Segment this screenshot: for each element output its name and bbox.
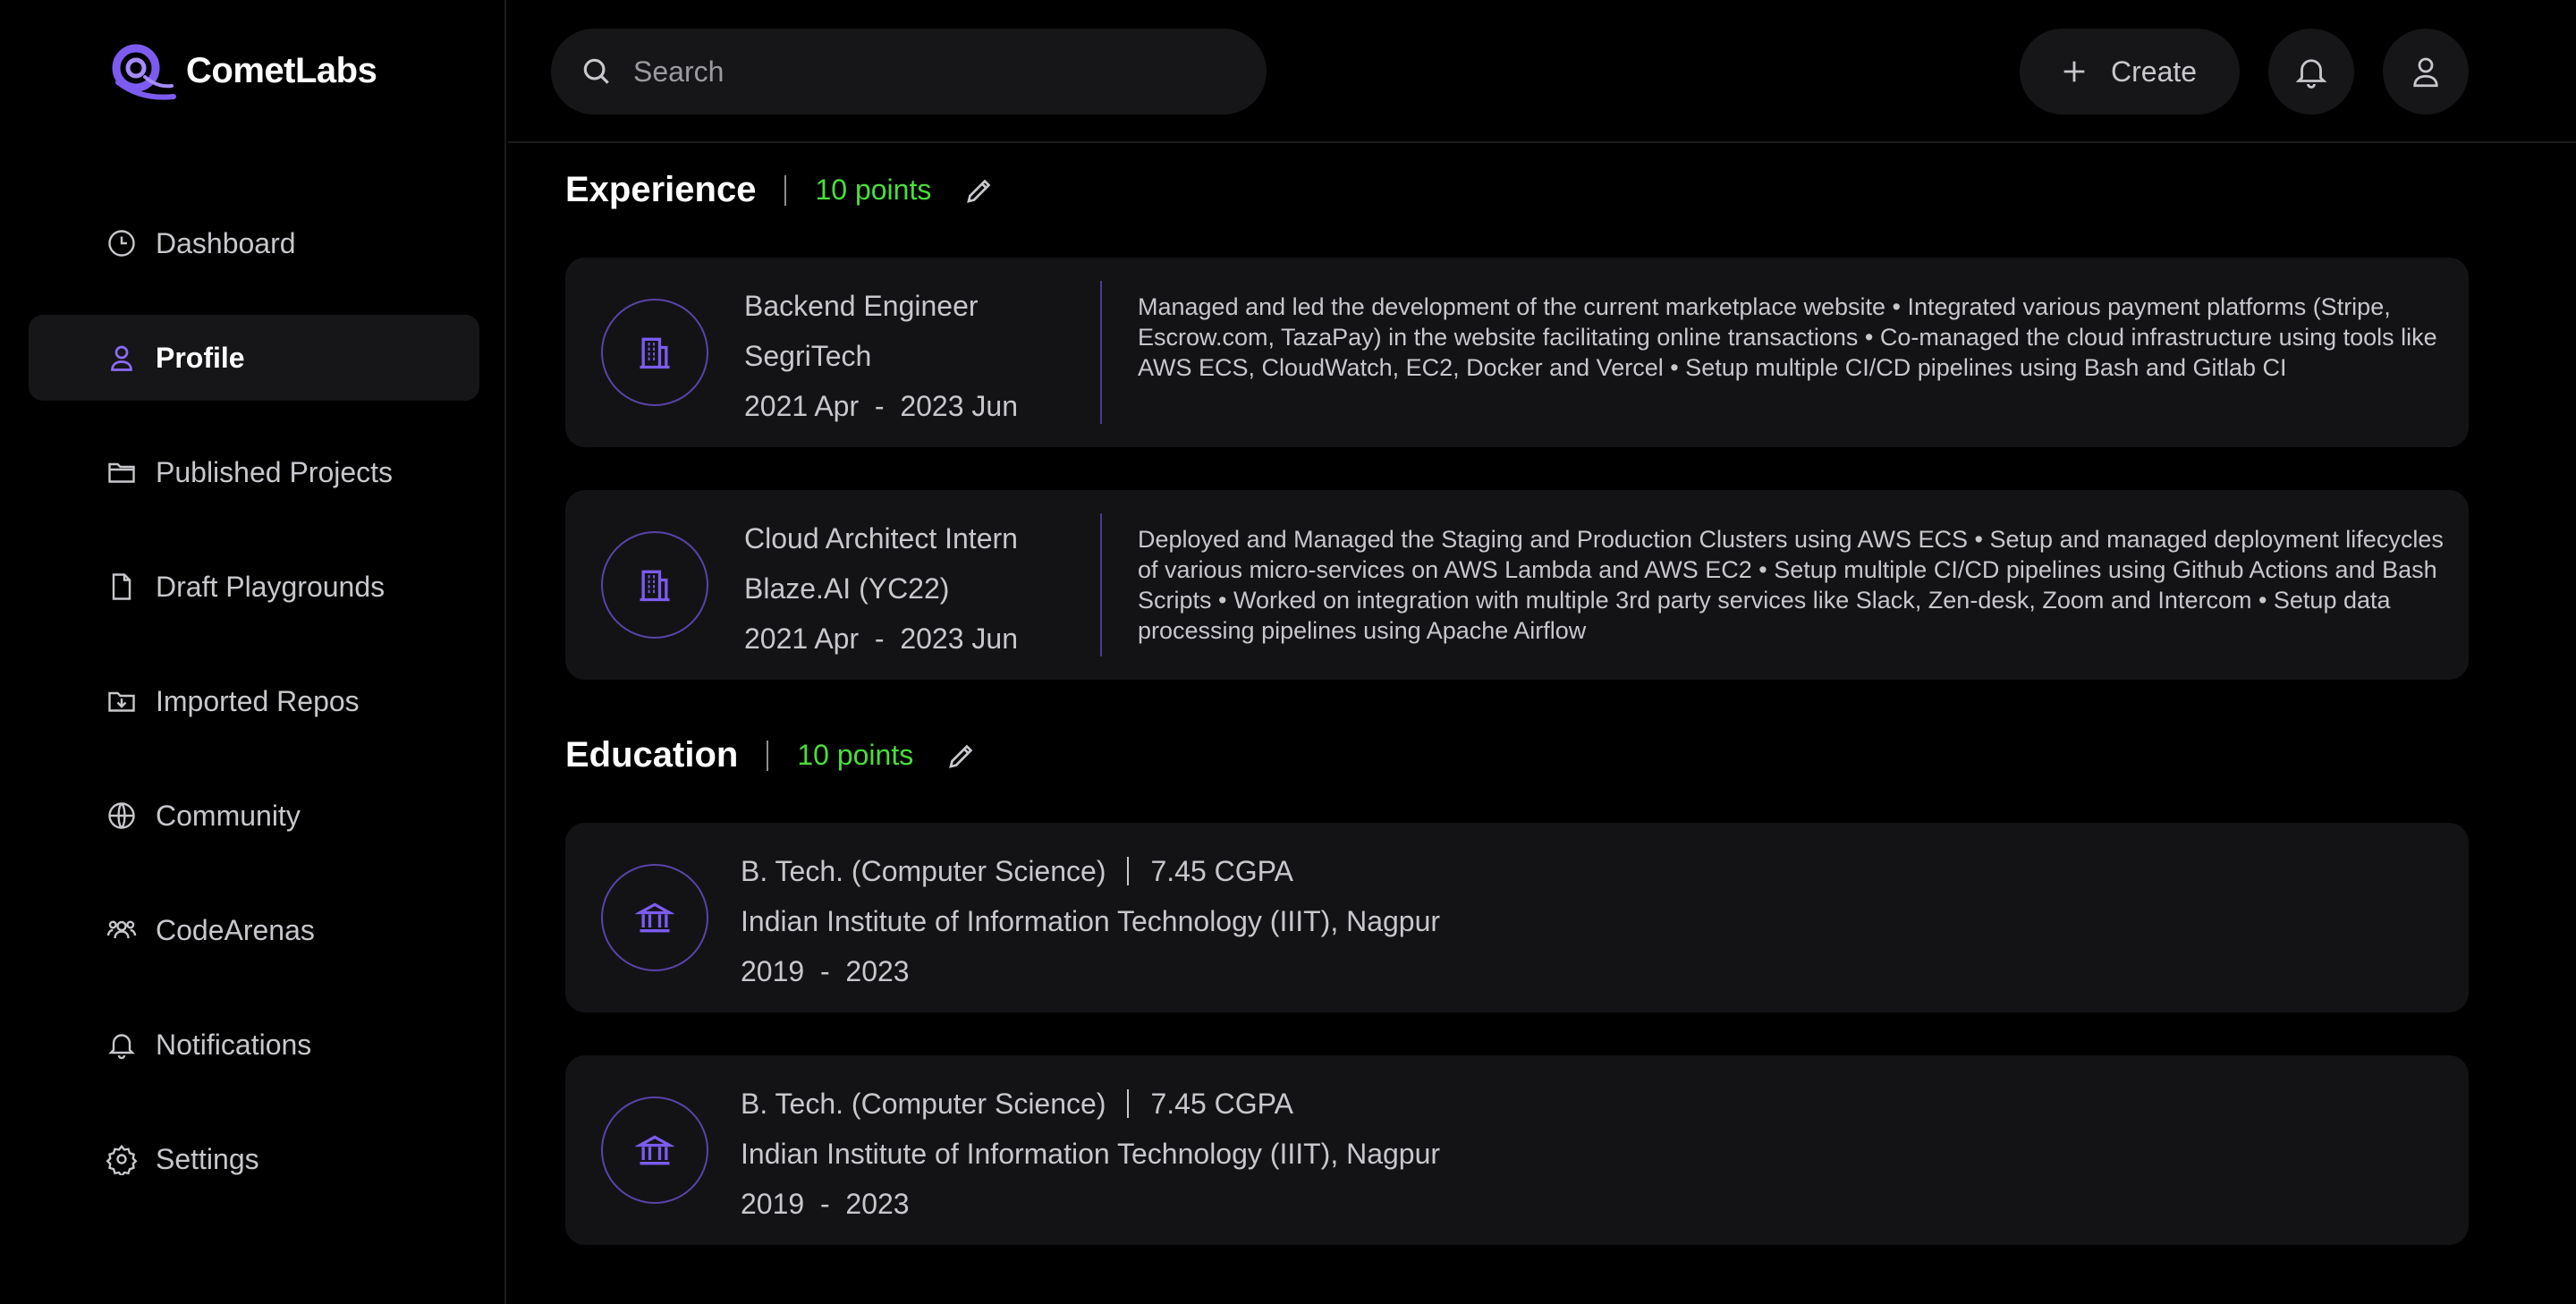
job-role: Cloud Architect Intern: [744, 522, 1018, 555]
grade: 7.45 CGPA: [1150, 1088, 1293, 1120]
building-icon: [640, 570, 670, 602]
sidebar-item-label: CodeArenas: [156, 913, 315, 946]
pencil-icon[interactable]: [963, 174, 996, 207]
users-icon: [106, 920, 137, 939]
institute-name: Indian Institute of Information Technolo…: [741, 1138, 1441, 1170]
degree-name: B. Tech. (Computer Science): [741, 1088, 1106, 1120]
sidebar-item-imported-repos[interactable]: Imported Repos: [29, 658, 479, 744]
sidebar-item-label: Settings: [156, 1142, 259, 1175]
education-info: B. Tech. (Computer Science) 7.45 CGPA In…: [741, 846, 1440, 996]
create-button[interactable]: Create: [2020, 29, 2240, 114]
section-title: Education: [565, 735, 739, 775]
education-card[interactable]: B. Tech. (Computer Science) 7.45 CGPA In…: [565, 1055, 2469, 1245]
institute-avatar: [601, 864, 708, 971]
sidebar-item-label: Profile: [156, 341, 245, 374]
company-avatar: [601, 531, 708, 639]
sidebar-nav: Dashboard Profile Published Projects Dra…: [29, 200, 479, 1231]
institute-name: Indian Institute of Information Technolo…: [741, 905, 1441, 937]
gear-icon: [106, 1144, 138, 1175]
folder-download-icon: [108, 691, 135, 712]
sidebar-item-settings[interactable]: Settings: [29, 1116, 479, 1202]
education-header: Education 10 points: [565, 735, 978, 775]
search-input[interactable]: [633, 55, 1206, 89]
sidebar-item-community[interactable]: Community: [29, 773, 479, 859]
brand-logo[interactable]: CometLabs: [106, 41, 377, 100]
study-period: 2019 - 2023: [741, 1188, 910, 1220]
grade: 7.45 CGPA: [1150, 855, 1293, 887]
notifications-button[interactable]: [2268, 29, 2354, 114]
sidebar-item-draft-playgrounds[interactable]: Draft Playgrounds: [29, 544, 479, 630]
bell-icon: [2295, 59, 2327, 89]
experience-header: Experience 10 points: [565, 170, 996, 210]
experience-info: Cloud Architect Intern Blaze.AI (YC22) 2…: [744, 513, 1018, 664]
divider: [767, 740, 769, 771]
sidebar-item-profile[interactable]: Profile: [29, 315, 479, 401]
job-description: Deployed and Managed the Staging and Pro…: [1138, 526, 2444, 644]
sidebar-item-label: Imported Repos: [156, 684, 360, 717]
search-bar[interactable]: [551, 29, 1267, 114]
points-badge: 10 points: [797, 739, 914, 771]
experience-card[interactable]: Backend Engineer SegriTech 2021 Apr - 20…: [565, 258, 2469, 447]
divider: [1100, 281, 1102, 424]
institute-avatar: [601, 1097, 708, 1204]
sidebar-item-dashboard[interactable]: Dashboard: [29, 200, 479, 286]
user-icon: [2413, 57, 2438, 88]
globe-icon: [108, 802, 135, 829]
top-bar: Create: [508, 0, 2576, 143]
study-period: 2019 - 2023: [741, 955, 910, 987]
divider: [1100, 513, 1102, 656]
file-icon: [112, 573, 131, 600]
company-name: SegriTech: [744, 340, 872, 372]
education-card[interactable]: B. Tech. (Computer Science) 7.45 CGPA In…: [565, 823, 2469, 1012]
sidebar-item-notifications[interactable]: Notifications: [29, 1002, 479, 1088]
degree-line: B. Tech. (Computer Science) 7.45 CGPA: [741, 1079, 1440, 1129]
degree-name: B. Tech. (Computer Science): [741, 855, 1106, 887]
sidebar-item-codearenas[interactable]: CodeArenas: [29, 887, 479, 973]
sidebar-item-label: Notifications: [156, 1028, 312, 1061]
brand-name: CometLabs: [186, 50, 377, 90]
company-name: Blaze.AI (YC22): [744, 572, 950, 605]
divider: [1127, 857, 1130, 885]
job-role: Backend Engineer: [744, 290, 979, 322]
sidebar-item-label: Dashboard: [156, 226, 296, 259]
job-period: 2021 Apr - 2023 Jun: [744, 390, 1018, 422]
sidebar-item-label: Community: [156, 799, 301, 832]
bell-icon: [108, 1034, 135, 1060]
education-info: B. Tech. (Computer Science) 7.45 CGPA In…: [741, 1079, 1440, 1229]
sidebar-item-published-projects[interactable]: Published Projects: [29, 429, 479, 515]
divider: [784, 174, 787, 206]
job-description: Managed and led the development of the c…: [1138, 293, 2437, 381]
job-period: 2021 Apr - 2023 Jun: [744, 622, 1018, 655]
section-title: Experience: [565, 170, 757, 209]
account-button[interactable]: [2383, 29, 2469, 114]
building-icon: [640, 337, 670, 369]
pencil-icon[interactable]: [945, 740, 978, 772]
search-icon: [583, 58, 609, 84]
experience-info: Backend Engineer SegriTech 2021 Apr - 20…: [744, 281, 1018, 431]
company-avatar: [601, 299, 708, 406]
degree-line: B. Tech. (Computer Science) 7.45 CGPA: [741, 846, 1440, 896]
user-icon: [111, 345, 132, 371]
comet-logo-icon: [112, 44, 176, 100]
clock-icon: [108, 230, 135, 257]
points-badge: 10 points: [815, 174, 932, 206]
sidebar-item-label: Published Projects: [156, 455, 394, 488]
experience-card[interactable]: Cloud Architect Intern Blaze.AI (YC22) 2…: [565, 490, 2469, 680]
institution-icon: [635, 902, 674, 933]
sidebar-item-label: Draft Playgrounds: [156, 570, 386, 603]
divider: [1127, 1089, 1130, 1118]
plus-icon: [2063, 61, 2085, 82]
folder-icon: [108, 462, 135, 483]
create-button-label: Create: [2111, 55, 2198, 88]
sidebar: CometLabs Dashboard Profile Published Pr…: [0, 0, 506, 1304]
institution-icon: [635, 1135, 674, 1165]
